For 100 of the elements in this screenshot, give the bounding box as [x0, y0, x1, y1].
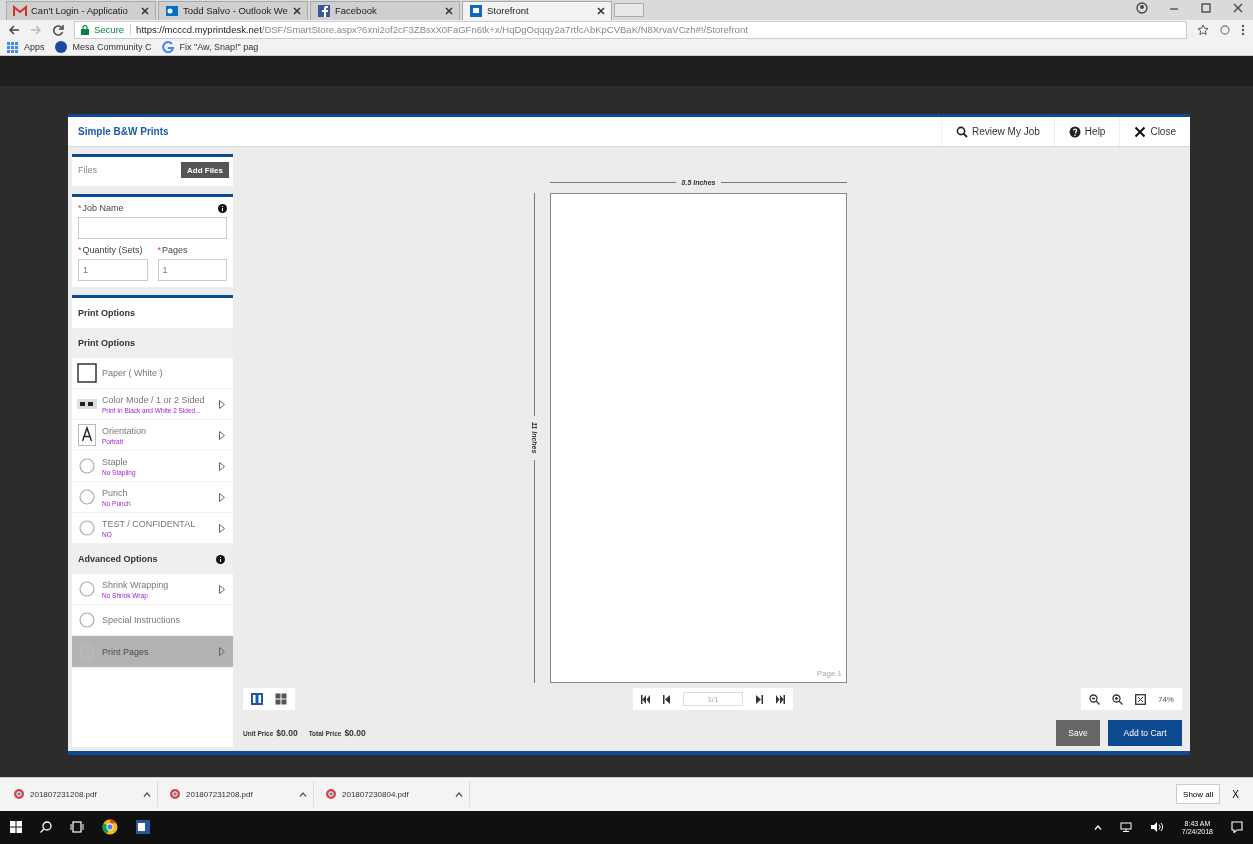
option-label: Print Pages: [102, 646, 150, 657]
radio-button-icon[interactable]: [79, 612, 95, 629]
printer-logo-icon: [469, 4, 483, 17]
info-icon: [218, 203, 227, 213]
first-page-icon[interactable]: [641, 694, 651, 704]
required-mark: *: [78, 203, 82, 214]
network-icon[interactable]: [1119, 822, 1132, 833]
close-icon[interactable]: [1232, 1, 1244, 14]
radio-button-icon[interactable]: [79, 458, 95, 475]
option-label: TEST / CONFIDENTAL: [102, 518, 197, 529]
price-value: $0.00: [276, 728, 298, 739]
bookmark[interactable]: Apps: [6, 41, 45, 54]
maximize-icon[interactable]: [1200, 1, 1212, 14]
two-squares-icon: [77, 399, 97, 410]
windows-start-icon[interactable]: [10, 821, 22, 834]
previous-page-icon[interactable]: [663, 694, 671, 704]
files-label: Files: [78, 165, 97, 176]
zoom-out-icon[interactable]: [1088, 693, 1100, 705]
required-mark: *: [78, 245, 82, 256]
option-label: Paper ( White ): [102, 368, 164, 379]
help-icon: [1068, 125, 1081, 138]
browser-tab[interactable]: Facebook: [310, 0, 460, 20]
show-all-button[interactable]: Show all: [1176, 784, 1221, 805]
reload-icon[interactable]: [52, 23, 64, 36]
close-icon[interactable]: [141, 6, 149, 15]
radio-button-icon[interactable]: [79, 489, 95, 506]
save-button[interactable]: Save: [1056, 720, 1100, 747]
option-label: Staple: [102, 456, 129, 467]
browser-tab[interactable]: Storefront: [462, 0, 612, 20]
close-icon[interactable]: [445, 6, 453, 15]
next-page-icon[interactable]: [755, 694, 763, 704]
close-icon[interactable]: [597, 6, 605, 15]
profile-icon[interactable]: [1136, 1, 1148, 14]
caret-up-icon: [299, 791, 307, 797]
lock-icon: [81, 24, 89, 35]
page-label: Page 1: [816, 669, 842, 679]
mail-logo-icon: [165, 4, 179, 17]
browser-tab[interactable]: Todd Salvo - Outlook We: [158, 0, 308, 20]
browser-logo-icon: [170, 789, 180, 800]
paper-swatch-icon: [77, 363, 97, 384]
section-heading: Advanced Options: [78, 554, 158, 565]
close-icon: [1134, 125, 1147, 138]
option-label: Color Mode / 1 or 2 Sided: [102, 394, 206, 405]
option-label: Punch: [102, 487, 129, 498]
fit-page-icon[interactable]: [1134, 693, 1146, 705]
download-item[interactable]: 201807231208.pdf: [8, 781, 158, 808]
back-arrow-icon[interactable]: [8, 23, 20, 36]
address-field[interactable]: Secure https://mcccd.myprintdesk.net/DSF/SmartStore.aspx?6xni2of2cF3ZBsxX0FaGFn6tk+x/HqDgOqqqy2a7rtfcAbKpCVBaK/N8XrvaVCzh#!/Storefront: [74, 20, 1187, 39]
extension-icon[interactable]: [1219, 23, 1231, 36]
google-logo-icon: [161, 41, 175, 54]
option-label: Orientation: [102, 425, 148, 436]
browser-logo-icon: [14, 789, 24, 800]
close-button[interactable]: X: [1226, 787, 1245, 801]
url-text: https://mcccd.myprintdesk.net/DSF/SmartStore.aspx?6xni2of2cF3ZBsxX0FaGFn6tk+x/HqDgOqqqy2a7rtfcAbKpCVBaK/N8XrvaVCzh#!/Storefront: [136, 24, 748, 36]
search-icon[interactable]: [40, 821, 52, 834]
caret-up-icon: [143, 791, 151, 797]
browser-logo-icon: [326, 789, 336, 800]
search-icon: [956, 125, 969, 138]
speaker-icon[interactable]: [1149, 822, 1164, 833]
option-label: Special Instructions: [102, 615, 182, 626]
field-label: Job Name: [82, 203, 124, 214]
apps-grid-icon: [6, 41, 19, 54]
dialog-title: Simple B&W Prints: [78, 126, 169, 138]
price-value: $0.00: [344, 728, 366, 739]
facebook-logo-icon: [317, 4, 331, 17]
caret-up-icon: [455, 791, 463, 797]
download-item[interactable]: 201807231208.pdf: [164, 781, 314, 808]
add-to-cart-button[interactable]: Add to Cart: [1108, 720, 1182, 747]
zoom-in-icon[interactable]: [1111, 693, 1123, 705]
browser-tab[interactable]: Can't Login - Applicatio: [6, 0, 156, 20]
grid-view-icon[interactable]: [275, 693, 287, 706]
round-logo-icon: [54, 41, 68, 54]
task-view-icon[interactable]: [70, 821, 84, 834]
star-icon[interactable]: [1197, 23, 1209, 36]
option-row[interactable]: Paper ( White ): [72, 358, 233, 390]
quantity-field[interactable]: 1: [78, 259, 148, 282]
word-logo-icon[interactable]: [136, 820, 150, 835]
two-page-view-icon[interactable]: [251, 693, 263, 706]
field-label: Quantity (Sets): [82, 245, 143, 256]
required-mark: *: [157, 245, 161, 256]
info-icon: [216, 554, 225, 564]
chrome-logo-icon[interactable]: [102, 819, 118, 836]
radio-button-icon[interactable]: [79, 520, 95, 537]
option-label: Shrink Wrapping: [102, 579, 170, 590]
radio-button-icon[interactable]: [79, 581, 95, 598]
close-icon[interactable]: [293, 6, 301, 15]
more-menu-icon[interactable]: [1241, 23, 1245, 36]
download-item[interactable]: 201807230804.pdf: [320, 781, 470, 808]
caret-up-icon[interactable]: [1093, 824, 1102, 830]
secure-label: Secure: [94, 24, 132, 36]
job-name-field[interactable]: [78, 217, 227, 240]
section-heading: Print Options: [77, 307, 136, 321]
section-heading: Print Options: [72, 328, 233, 359]
bookmark[interactable]: Fix "Aw, Snap!" pag: [161, 41, 259, 54]
pages-field[interactable]: 1: [157, 259, 227, 282]
add-files-button[interactable]: Add Files: [181, 162, 229, 179]
field-label: Pages: [162, 245, 188, 256]
bookmark[interactable]: Mesa Community C: [54, 41, 152, 54]
notifications-icon[interactable]: [1231, 821, 1243, 834]
last-page-icon[interactable]: [775, 694, 785, 704]
